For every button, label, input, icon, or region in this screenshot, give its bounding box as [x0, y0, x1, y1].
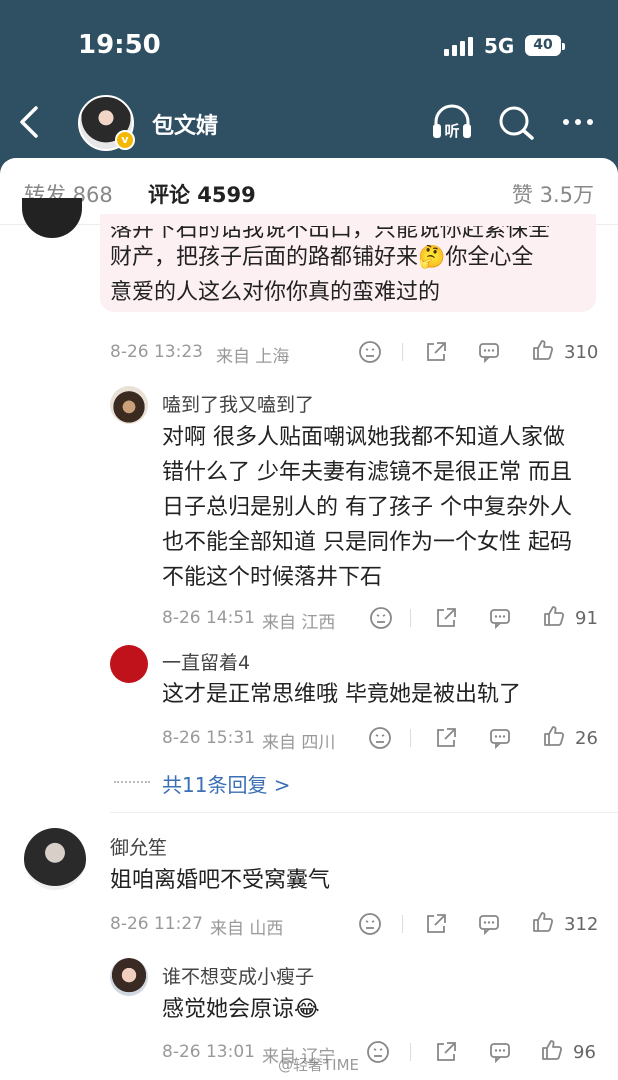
comment-sheet: 转发 868 评论 4599 赞 3.5万 落井下石的话我说不出口，只能说你赶紧… [0, 158, 618, 1080]
avatar[interactable] [110, 958, 148, 996]
reply-icon[interactable] [488, 1040, 512, 1064]
reply-location: 来自 江西 [262, 613, 336, 633]
action-divider [410, 729, 411, 747]
reply-icon[interactable] [477, 340, 501, 364]
dislike-icon[interactable] [358, 912, 382, 936]
comment-username[interactable]: 御允笙 [110, 833, 167, 860]
action-divider [410, 1043, 411, 1061]
action-divider [402, 915, 403, 933]
reply-icon[interactable] [488, 726, 512, 750]
dislike-icon[interactable] [369, 606, 393, 630]
reply-username[interactable]: 谁不想变成小瘦子 [162, 962, 314, 989]
search-icon[interactable] [494, 102, 538, 142]
share-icon[interactable] [434, 726, 458, 750]
more-replies-link[interactable]: 共11条回复 > [162, 769, 291, 798]
reply-time: 8-26 13:01 [162, 1042, 255, 1062]
status-time: 19:50 [78, 30, 161, 60]
network-type: 5G [484, 34, 515, 58]
battery-icon: 40 [525, 35, 565, 56]
reply-time: 8-26 14:51 [162, 608, 255, 628]
reply-text-line: 感觉她会原谅😂 [162, 997, 320, 1022]
reply-text-line: 对啊 很多人贴面嘲讽她我都不知道人家做 [162, 425, 565, 450]
more-icon[interactable] [556, 102, 600, 142]
reply-text-line: 这才是正常思维哦 毕竟她是被出轨了 [162, 682, 521, 707]
back-icon[interactable] [14, 100, 44, 144]
avatar[interactable] [22, 198, 82, 238]
comment-time: 8-26 11:27 [110, 914, 203, 934]
avatar[interactable] [110, 645, 148, 683]
reply-text-line: 不能这个时候落井下石 [162, 565, 383, 590]
comment-time: 8-26 13:23 [110, 342, 203, 362]
like-count: 312 [564, 914, 599, 935]
share-icon[interactable] [424, 912, 448, 936]
like-icon[interactable] [542, 724, 566, 748]
avatar[interactable] [24, 828, 86, 890]
reply-text-line: 错什么了 少年夫妻有滤镜不是很正常 而且 [162, 460, 572, 485]
like-count: 310 [564, 342, 599, 363]
comment-text-line: 姐咱离婚吧不受窝囊气 [110, 868, 331, 893]
like-icon[interactable] [540, 1038, 564, 1062]
reply-text-line: 日子总归是别人的 有了孩子 个中复杂外人 [162, 495, 572, 520]
action-divider [410, 609, 411, 627]
share-icon[interactable] [424, 340, 448, 364]
comment-location: 来自 山西 [210, 919, 284, 939]
reply-icon[interactable] [488, 606, 512, 630]
action-divider [402, 343, 403, 361]
profile-name[interactable]: 包文婧 [152, 108, 218, 140]
signal-icon [444, 36, 473, 56]
comment-text-line: 意爱的人这么对你你真的蛮难过的 [110, 280, 441, 305]
reply-location: 来自 四川 [262, 733, 336, 753]
verified-badge: v [115, 130, 135, 150]
avatar[interactable] [110, 386, 148, 424]
comment-text-line: 财产，把孩子后面的路都铺好来🤔你全心全 [110, 245, 534, 270]
like-icon[interactable] [531, 338, 555, 362]
tab-likes[interactable]: 赞 3.5万 [512, 179, 594, 209]
share-icon[interactable] [434, 1040, 458, 1064]
listen-icon[interactable]: 听 [430, 102, 474, 142]
like-icon[interactable] [531, 910, 555, 934]
like-count: 26 [575, 728, 598, 749]
dotted-line [114, 781, 150, 783]
share-icon[interactable] [434, 606, 458, 630]
like-icon[interactable] [542, 604, 566, 628]
reply-time: 8-26 15:31 [162, 728, 255, 748]
status-bar: 19:50 5G 40 [0, 0, 618, 92]
listen-label: 听 [444, 122, 459, 140]
comment-location: 来自 上海 [216, 347, 290, 367]
reply-username[interactable]: 一直留着4 [162, 648, 250, 675]
dislike-icon[interactable] [366, 1040, 390, 1064]
comment-divider [110, 812, 618, 813]
watermark: @轻奢TIME [278, 1056, 360, 1074]
dislike-icon[interactable] [358, 340, 382, 364]
reply-icon[interactable] [477, 912, 501, 936]
like-count: 91 [575, 608, 598, 629]
dislike-icon[interactable] [368, 726, 392, 750]
reply-username[interactable]: 嗑到了我又嗑到了 [162, 390, 314, 417]
reply-text-line: 也不能全部知道 只是同作为一个女性 起码 [162, 530, 572, 555]
tab-comments[interactable]: 评论 4599 [148, 179, 256, 209]
like-count: 96 [573, 1042, 596, 1063]
top-nav: v 包文婧 听 [0, 92, 618, 156]
